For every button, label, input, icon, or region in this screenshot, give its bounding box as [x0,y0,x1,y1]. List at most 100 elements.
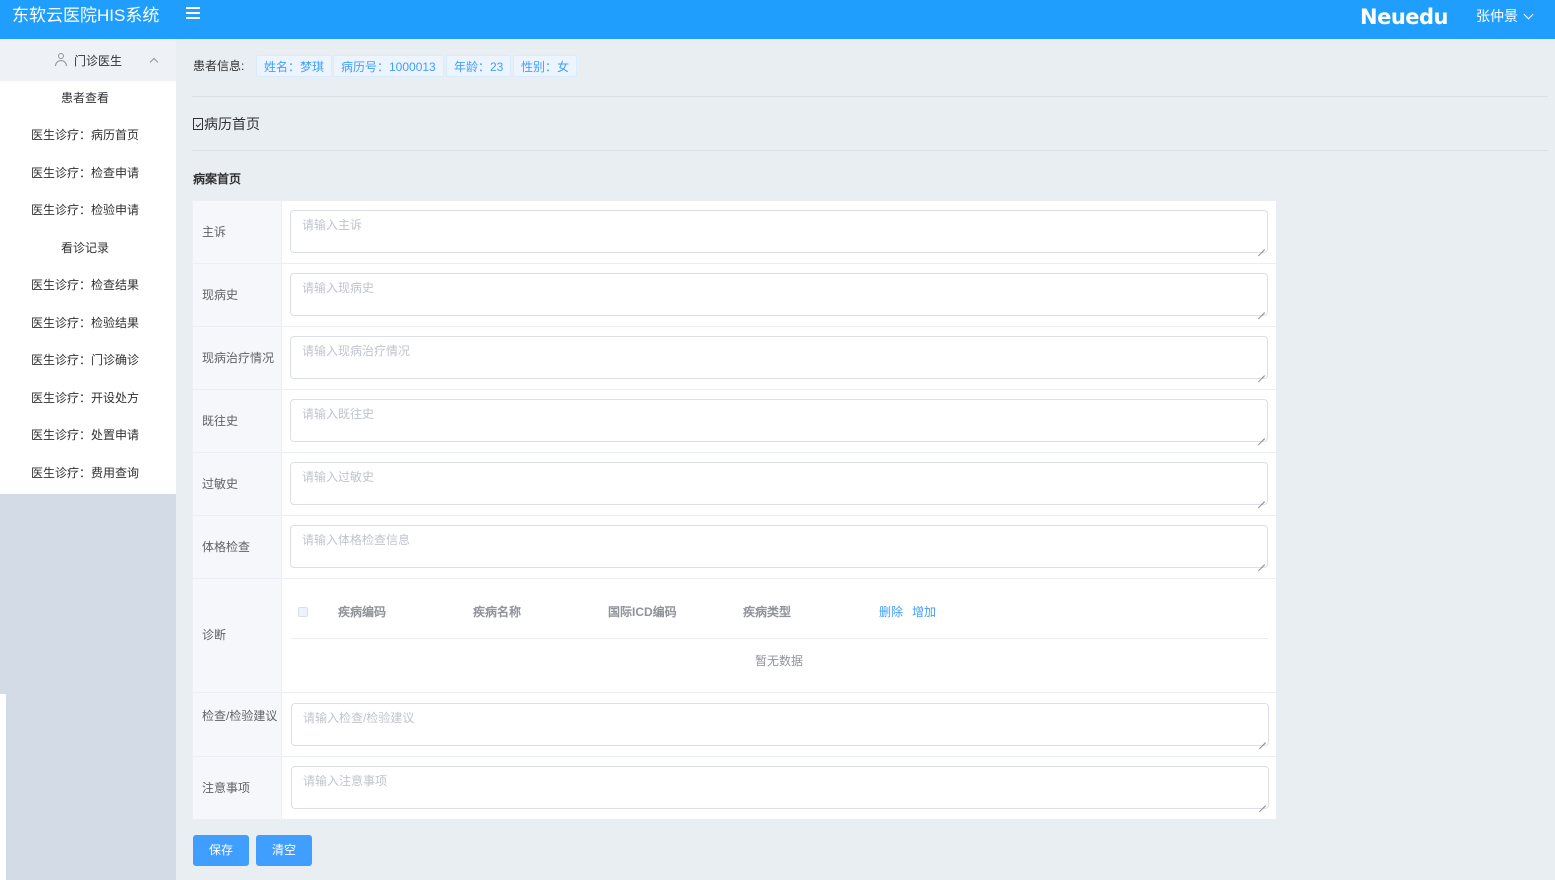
patient-age-tag: 年龄：23 [446,55,512,77]
notes-textarea[interactable]: 请输入注意事项 [291,766,1269,809]
resize-handle-icon[interactable] [1259,736,1266,743]
resize-handle-icon[interactable] [1258,369,1265,376]
form-label: 体格检查 [193,516,282,578]
user-name: 张仲景 [1476,8,1518,24]
present-illness-textarea[interactable]: 请输入现病史 [290,273,1268,316]
form-row-allergy-history: 过敏史 请输入过敏史 [193,453,1276,516]
menu-toggle-icon[interactable] [186,4,200,20]
add-diagnosis-link[interactable]: 增加 [912,603,936,621]
app-title: 东软云医院HIS系统 [12,6,160,25]
exam-advice-textarea[interactable]: 请输入检查/检验建议 [291,703,1269,746]
patient-name-tag: 姓名：梦琪 [256,55,333,77]
resize-handle-icon[interactable] [1258,495,1265,502]
form-row-diagnosis: 诊断 疾病编码 疾病名称 国际ICD编码 疾病类型 删除 增加 暂无数据 [193,579,1276,693]
chevron-up-icon [149,57,159,67]
past-history-textarea[interactable]: 请输入既往史 [290,399,1268,442]
sidebar-item-label: 医生诊疗：检查结果 [31,278,140,292]
sidebar-bottom-strip [0,694,6,880]
clear-button[interactable]: 清空 [256,835,312,866]
sidebar-item-exam-results[interactable]: 医生诊疗：检查结果 [0,267,176,304]
placeholder: 请输入过敏史 [302,470,375,484]
sidebar: 门诊医生 患者查看 医生诊疗：病历首页 医生诊疗：检查申请 医生诊疗：检验申请 … [0,39,176,880]
form-label: 注意事项 [193,757,282,819]
form-label: 既往史 [193,390,282,452]
column-disease-type: 疾病类型 [743,605,792,619]
sidebar-item-treatment-request[interactable]: 医生诊疗：处置申请 [0,417,176,454]
resize-handle-icon[interactable] [1259,799,1266,806]
sidebar-item-record-home[interactable]: 医生诊疗：病历首页 [0,117,176,154]
form-row-present-illness: 现病史 请输入现病史 [193,264,1276,327]
sidebar-group-label: 门诊医生 [74,54,123,68]
resize-handle-icon[interactable] [1258,243,1265,250]
sidebar-item-label: 医生诊疗：费用查询 [31,466,140,480]
resize-handle-icon[interactable] [1258,432,1265,439]
form-row-notes: 注意事项 请输入注意事项 [193,757,1276,819]
user-menu[interactable]: 张仲景 [1476,6,1534,26]
sidebar-item-label: 医生诊疗：病历首页 [31,128,140,142]
resize-handle-icon[interactable] [1258,306,1265,313]
sidebar-item-lab-request[interactable]: 医生诊疗：检验申请 [0,192,176,229]
column-disease-name: 疾病名称 [473,605,522,619]
sidebar-item-label: 医生诊疗：处置申请 [31,428,140,442]
sidebar-item-visit-records[interactable]: 看诊记录 [0,230,176,267]
sidebar-item-label: 医生诊疗：门诊确诊 [31,353,140,367]
document-icon [193,118,203,130]
resize-handle-icon[interactable] [1258,558,1265,565]
form-label: 主诉 [193,201,282,263]
form-row-exam-advice: 检查/检验建议 请输入检查/检验建议 [193,693,1276,757]
chevron-down-icon [1523,9,1534,20]
column-disease-code: 疾病编码 [338,605,387,619]
form-label: 检查/检验建议 [193,693,282,756]
page-title: 病历首页 [193,114,260,134]
present-treatment-textarea[interactable]: 请输入现病治疗情况 [290,336,1268,379]
divider [192,96,1548,97]
save-button[interactable]: 保存 [193,835,249,866]
patient-gender-tag: 性别：女 [513,55,578,77]
sidebar-item-prescription[interactable]: 医生诊疗：开设处方 [0,380,176,417]
placeholder: 请输入体格检查信息 [302,533,411,547]
patient-info-label: 患者信息: [193,59,245,73]
sidebar-item-label: 医生诊疗：检验结果 [31,316,140,330]
user-icon [55,53,67,66]
sidebar-item-patient-view[interactable]: 患者查看 [0,80,176,117]
form-label: 现病史 [193,264,282,326]
chief-complaint-textarea[interactable]: 请输入主诉 [290,210,1268,253]
brand-logo: Neuedu [1360,5,1449,29]
sidebar-item-diagnosis-confirm[interactable]: 医生诊疗：门诊确诊 [0,342,176,379]
form-label: 现病治疗情况 [193,327,282,389]
sidebar-menu: 门诊医生 患者查看 医生诊疗：病历首页 医生诊疗：检查申请 医生诊疗：检验申请 … [0,39,176,494]
select-all-checkbox[interactable] [298,607,308,617]
placeholder: 请输入现病治疗情况 [302,344,411,358]
sidebar-item-label: 患者查看 [61,91,110,105]
placeholder: 请输入注意事项 [303,774,388,788]
sidebar-item-label: 医生诊疗：检查申请 [31,166,140,180]
form-label: 过敏史 [193,453,282,515]
sidebar-group-outpatient-doctor[interactable]: 门诊医生 [0,39,176,81]
sidebar-item-fee-query[interactable]: 医生诊疗：费用查询 [0,455,176,492]
sidebar-item-label: 医生诊疗：开设处方 [31,391,140,405]
diagnosis-table-header: 疾病编码 疾病名称 国际ICD编码 疾病类型 删除 增加 [290,579,1268,639]
medical-record-form: 主诉 请输入主诉 现病史 请输入现病史 现病治疗情况 请输入现病治疗情况 既往史… [192,200,1277,820]
placeholder: 请输入既往史 [302,407,375,421]
page-title-text: 病历首页 [204,116,260,132]
form-row-past-history: 既往史 请输入既往史 [193,390,1276,453]
section-title: 病案首页 [193,172,242,186]
placeholder: 请输入主诉 [302,218,363,232]
form-label: 诊断 [193,579,282,692]
top-header: 东软云医院HIS系统 Neuedu 张仲景 [0,0,1555,39]
placeholder: 请输入检查/检验建议 [303,711,415,725]
sidebar-item-label: 看诊记录 [61,241,110,255]
allergy-history-textarea[interactable]: 请输入过敏史 [290,462,1268,505]
column-icd-code: 国际ICD编码 [608,605,677,619]
divider [192,150,1548,151]
placeholder: 请输入现病史 [302,281,375,295]
delete-diagnosis-link[interactable]: 删除 [879,603,903,621]
sidebar-item-lab-results[interactable]: 医生诊疗：检验结果 [0,305,176,342]
physical-exam-textarea[interactable]: 请输入体格检查信息 [290,525,1268,568]
sidebar-item-exam-request[interactable]: 医生诊疗：检查申请 [0,155,176,192]
form-row-present-treatment: 现病治疗情况 请输入现病治疗情况 [193,327,1276,390]
form-row-chief-complaint: 主诉 请输入主诉 [193,201,1276,264]
form-row-physical-exam: 体格检查 请输入体格检查信息 [193,516,1276,579]
empty-table-text: 暂无数据 [755,654,804,668]
sidebar-item-label: 医生诊疗：检验申请 [31,203,140,217]
